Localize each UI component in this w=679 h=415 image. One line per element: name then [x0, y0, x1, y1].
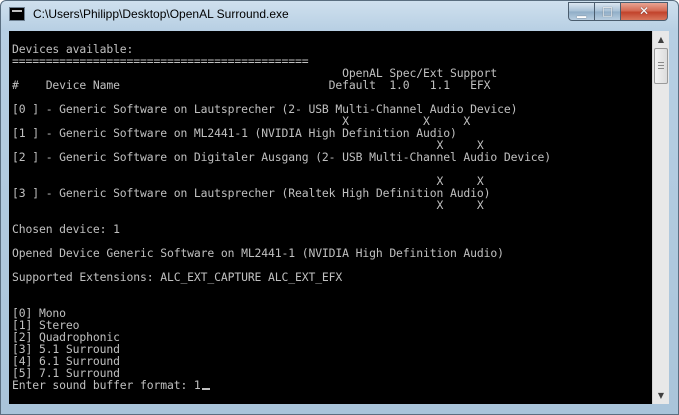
console-line: Opened Device Generic Software on ML2441… [12, 246, 504, 260]
vertical-scrollbar[interactable]: ▲ ▼ [652, 31, 669, 404]
console-window: C:\Users\Philipp\Desktop\OpenAL Surround… [0, 0, 679, 415]
scroll-down-arrow-icon[interactable]: ▼ [653, 387, 669, 404]
maximize-icon: □ [601, 4, 614, 18]
console-line: [0] Mono [12, 306, 66, 320]
close-button[interactable]: ✕ [620, 2, 668, 21]
console-lines: Devices available: =====================… [12, 31, 652, 391]
text-cursor [201, 388, 210, 390]
console-app-icon[interactable] [9, 7, 25, 21]
scroll-up-arrow-icon[interactable]: ▲ [653, 31, 669, 48]
window-frame-corner [652, 404, 669, 415]
console-line: Supported Extensions: ALC_EXT_CAPTURE AL… [12, 270, 343, 284]
console-prompt-line[interactable]: Enter sound buffer format: 1 [12, 379, 652, 391]
window-title: C:\Users\Philipp\Desktop\OpenAL Surround… [33, 7, 289, 21]
console-prompt: Enter sound buffer format: 1 [12, 378, 201, 392]
console-line: # Device Name Default 1.0 1.1 EFX [12, 78, 491, 92]
console-line: X X [12, 198, 484, 212]
console-line: Chosen device: 1 [12, 222, 120, 236]
maximize-button[interactable]: □ [594, 2, 621, 21]
minimize-button[interactable]: ▁ [568, 2, 595, 21]
close-icon: ✕ [638, 4, 650, 18]
scrollbar-thumb[interactable] [654, 48, 668, 84]
minimize-icon: ▁ [576, 4, 587, 18]
console-output-area[interactable]: Devices available: =====================… [9, 31, 652, 404]
title-bar[interactable]: C:\Users\Philipp\Desktop\OpenAL Surround… [1, 1, 678, 29]
console-line: [2 ] - Generic Software on Digitaler Aus… [12, 150, 552, 164]
